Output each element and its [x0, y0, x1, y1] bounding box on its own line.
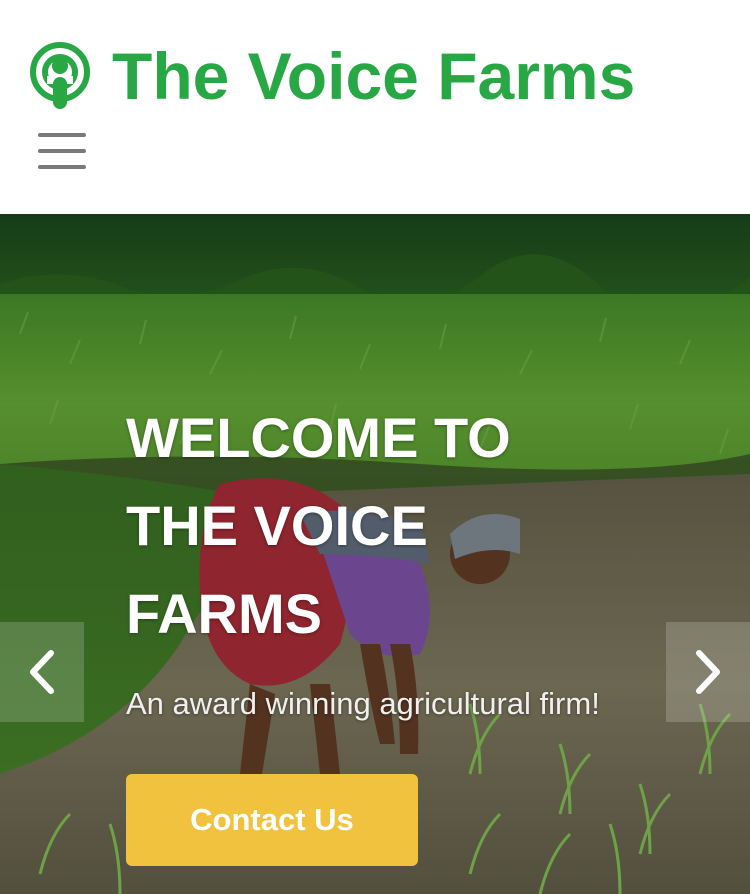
- chevron-right-icon: [696, 650, 720, 694]
- menu-bar: [38, 165, 86, 169]
- hero-title: WELCOME TO THE VOICE FARMS: [126, 406, 511, 645]
- hamburger-menu-icon[interactable]: [36, 130, 88, 172]
- carousel-next-button[interactable]: [666, 622, 750, 722]
- site-header: The Voice Farms: [0, 0, 750, 214]
- menu-bar: [38, 149, 86, 153]
- carousel-prev-button[interactable]: [0, 622, 84, 722]
- contact-us-button[interactable]: Contact Us: [126, 774, 418, 866]
- hero-subtitle: An award winning agricultural firm!: [126, 686, 600, 721]
- podcast-icon[interactable]: [28, 40, 92, 110]
- hero-carousel: WELCOME TO THE VOICE FARMS An award winn…: [0, 214, 750, 894]
- menu-bar: [38, 133, 86, 137]
- chevron-left-icon: [30, 650, 54, 694]
- brand-title[interactable]: The Voice Farms: [112, 38, 635, 114]
